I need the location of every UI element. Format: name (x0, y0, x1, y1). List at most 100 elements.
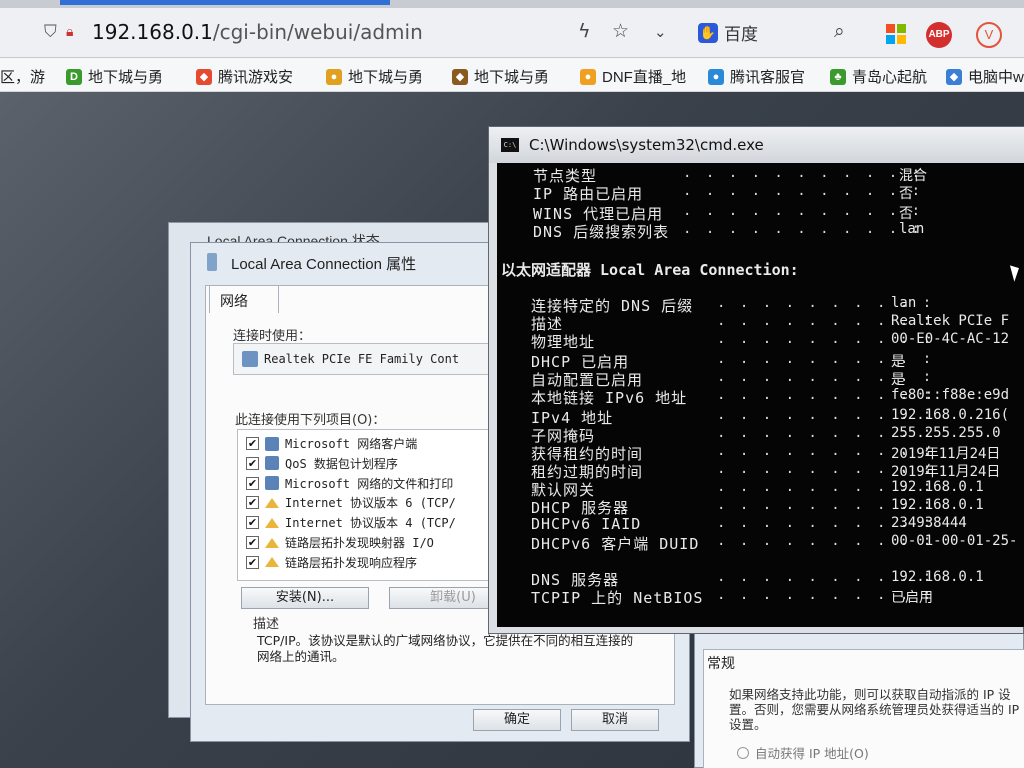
apps-grid-icon[interactable] (886, 24, 906, 44)
console-line: 节点类型. . . . . . . . . . : 混合 (533, 165, 1024, 185)
protocol-icon (265, 497, 279, 508)
items-label: 此连接使用下列项目(O)： (235, 413, 386, 428)
bookmark-favicon-icon: ◆ (946, 68, 962, 85)
bookmark-label: 腾讯客服官 (730, 69, 806, 86)
baidu-paw-icon: ✋ (698, 22, 718, 43)
search-icon[interactable]: ⌕ (834, 20, 845, 42)
console-line: TCPIP 上的 NetBIOS. . . . . . . . . : 已启用 (531, 587, 1024, 607)
ok-button[interactable]: 确定 (473, 709, 561, 731)
bookmark-item[interactable]: ◆ 电脑中w (946, 66, 1024, 87)
cmd-console[interactable]: 节点类型. . . . . . . . . . : 混合 IP 路由已启用 . . .… (497, 163, 1024, 627)
adapter-icon (242, 351, 258, 367)
description-title: 描述 (253, 617, 280, 632)
bookmark-label: 地下城与勇 (474, 69, 550, 86)
console-value: 255.255.255.0 (891, 425, 1001, 441)
console-value: 混合 (899, 168, 927, 184)
checkbox[interactable]: ✔ (246, 476, 259, 490)
bookmark-label: 地下城与勇 (348, 69, 424, 86)
console-dot-leader: . . . . . . . . . . : (683, 203, 924, 219)
tab-general[interactable]: 常规 (707, 653, 735, 673)
console-key: DNS 后缀搜索列表 (533, 223, 670, 241)
bookmark-item[interactable]: ● 腾讯客服官 (708, 66, 805, 87)
console-value: 已启用 (891, 590, 933, 606)
bookmark-favicon-icon: ◆ (452, 68, 468, 85)
console-value: 00-01-00-01-25- (891, 533, 1018, 549)
connect-using-label: 连接时使用： (233, 329, 312, 344)
install-button[interactable]: 安装(N)... (241, 587, 369, 609)
cmd-titlebar[interactable]: C:\ C:\Windows\system32\cmd.exe (489, 127, 1024, 163)
auto-ip-radio[interactable]: 自动获得 IP 地址(O) (737, 743, 869, 762)
checkbox[interactable]: ✔ (246, 456, 259, 470)
list-item-label: QoS 数据包计划程序 (285, 456, 398, 471)
address-bar[interactable]: ⛉ 🔒︎ 192.168.0.1/cgi-bin/webui/admin ϟ ☆… (0, 8, 1024, 58)
checkbox[interactable]: ✔ (246, 555, 259, 569)
ipv4-properties-dialog: 常规 如果网络支持此功能，则可以获取自动指派的 IP 设置。否则，您需要从网络系… (694, 620, 1024, 768)
list-item[interactable]: ✔ 链路层拓扑发现响应程序 (246, 553, 417, 572)
console-line: IP 路由已启用 . . . . . . . . . . :否 (533, 183, 1024, 203)
bookmark-item[interactable]: ● 地下城与勇 (326, 66, 423, 87)
bookmark-item[interactable]: ♣ 青岛心起航 (830, 66, 927, 87)
console-line: DHCP 已启用. . . . . . . . . :是 (531, 351, 1024, 371)
checkbox[interactable]: ✔ (246, 536, 259, 549)
console-line: DNS 后缀搜索列表 . . . . . . . . . . : lan (533, 221, 1024, 241)
console-value: 是 (891, 354, 905, 370)
insecure-lock-icon[interactable]: 🔒︎ (66, 24, 73, 40)
console-dot-leader: . . . . . . . . . . : (683, 183, 924, 199)
console-value: 192.168.0.1 (891, 497, 984, 513)
console-line: 租约过期的时间. . . . . . . . . :2019年11月24日 (531, 461, 1024, 481)
favorite-star-icon[interactable]: ☆ (612, 20, 629, 42)
console-value: 是 (891, 372, 905, 388)
console-key: 本地链接 IPv6 地址 (531, 389, 688, 407)
shield-icon[interactable]: ⛉ (44, 22, 57, 42)
checkbox[interactable]: ✔ (246, 437, 259, 450)
bookmark-favicon-icon: ● (326, 68, 342, 85)
radio-circle-icon (737, 746, 749, 759)
adapter-header: 以太网适配器 Local Area Connection: (501, 261, 799, 279)
bookmark-item[interactable]: D 地下城与勇 (66, 66, 163, 87)
console-key: DHCPv6 IAID (531, 515, 642, 533)
active-tab-indicator[interactable] (60, 0, 390, 5)
console-value: 192.168.0.216( (891, 407, 1010, 423)
console-line: WINS 代理已启用. . . . . . . . . . :否 (533, 203, 1024, 223)
console-key: 物理地址 (531, 333, 596, 351)
bookmark-label: 青岛心起航 (852, 69, 928, 86)
list-item[interactable]: ✔ 链路层拓扑发现映射器 I/O (246, 533, 434, 552)
adblock-icon[interactable]: ABP (926, 22, 952, 48)
bookmark-item[interactable]: ◆ 地下城与勇 (452, 66, 549, 87)
bookmark-item[interactable]: ● DNF直播_地 (580, 66, 686, 87)
console-value: 234938444 (891, 515, 967, 531)
bookmarks-bar: 区，游 D 地下城与勇 ◆ 腾讯游戏安 ● 地下城与勇 ◆ 地下城与勇 ● DNF直播_地 ● 腾讯客服… (0, 58, 1024, 92)
url-text[interactable]: 192.168.0.1/cgi-bin/webui/admin (92, 20, 423, 44)
list-item[interactable]: ✔ QoS 数据包计划程序 (246, 454, 398, 473)
bookmark-label: 区，游 (0, 69, 46, 86)
protocol-icon (265, 517, 279, 528)
bookmark-item[interactable]: ◆ 腾讯游戏安 (196, 66, 293, 87)
cancel-button[interactable]: 取消 (571, 709, 659, 731)
console-line: IPv4 地址. . . . . . . . . :192.168.0.216( (531, 407, 1024, 427)
console-value: 2019年11月24日 (891, 464, 1001, 480)
checkbox[interactable]: ✔ (246, 516, 259, 530)
list-item[interactable]: ✔ Internet 协议版本 6 (TCP/ (246, 493, 456, 512)
console-value: 否 (899, 186, 913, 202)
list-item-label: 链路层拓扑发现映射器 I/O (285, 536, 434, 550)
bookmark-label: 地下城与勇 (88, 69, 164, 86)
bookmark-item[interactable]: 区，游 (0, 66, 45, 87)
bookmark-favicon-icon: ● (708, 68, 724, 85)
extension-v-icon[interactable]: V (976, 22, 1002, 48)
file-share-icon (265, 476, 279, 491)
lightning-icon[interactable]: ϟ (578, 20, 591, 42)
console-value: 00-E0-4C-AC-12 (891, 331, 1010, 347)
chevron-down-icon[interactable]: ⌄ (654, 23, 667, 41)
tab-network[interactable]: 网络 (209, 285, 279, 313)
checkbox[interactable]: ✔ (246, 496, 259, 510)
list-item[interactable]: ✔ Microsoft 网络的文件和打印 (246, 474, 453, 493)
search-engine-label: 百度 (724, 25, 758, 44)
console-line: DHCP 服务器. . . . . . . . . :192.168.0.1 (531, 497, 1024, 517)
list-item[interactable]: ✔ Microsoft 网络客户端 (246, 434, 417, 453)
list-item-label: 链路层拓扑发现响应程序 (285, 555, 418, 570)
console-dot-leader: . . . . . . . . . . : (683, 221, 924, 237)
console-key: DHCPv6 客户端 DUID (531, 535, 700, 553)
console-value: lan (899, 221, 925, 237)
search-engine-selector[interactable]: ✋ 百度 (698, 20, 758, 45)
list-item[interactable]: ✔ Internet 协议版本 4 (TCP/ (246, 513, 456, 532)
